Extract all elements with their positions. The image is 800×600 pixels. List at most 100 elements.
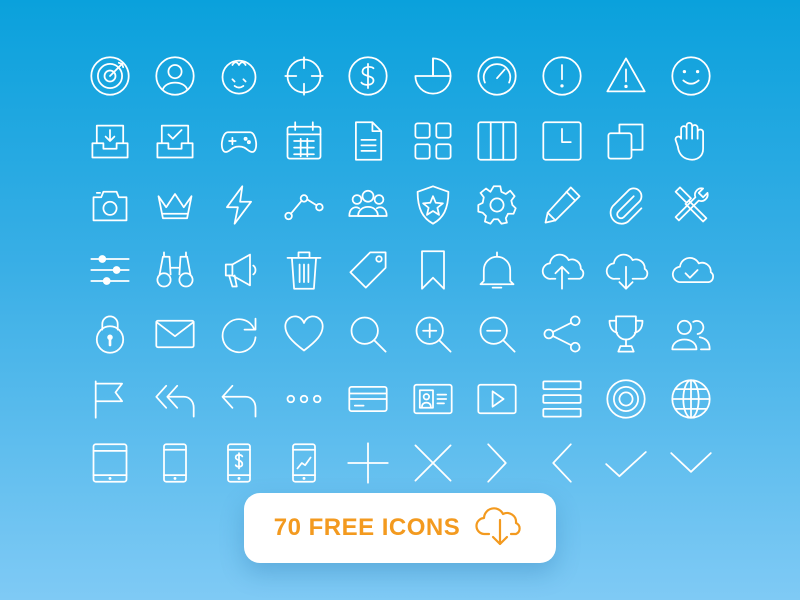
cloud-download-icon [606, 253, 649, 290]
nodes-link-icon [284, 194, 324, 221]
icon-cell [272, 367, 337, 432]
more-dots-icon [286, 394, 322, 403]
document-icon [355, 121, 383, 161]
icon-cell [530, 238, 595, 303]
crown-icon [157, 193, 193, 220]
inbox-download-icon [91, 124, 129, 159]
icon-cell [272, 44, 337, 109]
icon-cell [272, 109, 337, 174]
zoom-in-icon [415, 316, 452, 353]
pencil-icon [544, 186, 581, 224]
icon-cell [207, 302, 272, 367]
icon-cell [465, 238, 530, 303]
icon-cell [207, 431, 272, 496]
columns-icon [477, 121, 517, 161]
icon-cell [143, 431, 208, 496]
icon-cell [272, 431, 337, 496]
icon-cell [207, 44, 272, 109]
gauge-icon [477, 56, 517, 96]
crosshair-icon [284, 56, 324, 96]
icon-cell [207, 238, 272, 303]
clock-icon [542, 121, 582, 161]
tools-icon [674, 186, 709, 223]
icon-cell [78, 302, 143, 367]
icon-cell [530, 302, 595, 367]
icon-cell [336, 367, 401, 432]
icon-cell [659, 367, 724, 432]
phone-chart-icon [291, 443, 316, 483]
gear-icon [477, 185, 517, 225]
icon-cell [465, 44, 530, 109]
users-icon [671, 320, 711, 351]
trophy-icon [608, 315, 644, 353]
icon-cell [594, 238, 659, 303]
icon-cell [78, 367, 143, 432]
tag-icon [349, 251, 387, 289]
icon-cell [207, 109, 272, 174]
user-circle-icon [155, 56, 195, 96]
icon-cell [659, 44, 724, 109]
icon-cell [465, 109, 530, 174]
icon-cell [401, 302, 466, 367]
phone-icon [162, 443, 187, 483]
zoom-out-icon [479, 316, 516, 353]
warning-triangle-icon [606, 57, 646, 93]
check-icon [605, 451, 647, 478]
share-icon [543, 315, 581, 353]
icon-cell [594, 109, 659, 174]
bell-icon [479, 251, 515, 289]
icon-cell [530, 44, 595, 109]
icon-cell [594, 44, 659, 109]
tablet-icon [92, 443, 128, 483]
icon-cell [530, 431, 595, 496]
alert-circle-icon [542, 56, 582, 96]
icon-cell [465, 431, 530, 496]
credit-card-icon [348, 385, 388, 412]
menu-icon [542, 380, 582, 418]
icon-cell [207, 367, 272, 432]
icon-cell [143, 238, 208, 303]
cloud-upload-icon [541, 253, 584, 290]
icon-cell [401, 173, 466, 238]
icon-cell [465, 302, 530, 367]
lock-icon [96, 315, 125, 354]
paperclip-icon [609, 187, 643, 225]
icon-cell [336, 238, 401, 303]
icon-cell [207, 173, 272, 238]
copy-icon [607, 123, 644, 160]
icon-cell [659, 302, 724, 367]
icon-cell [530, 173, 595, 238]
icon-cell [143, 173, 208, 238]
chevron-down-icon [670, 452, 712, 473]
icon-cell [336, 431, 401, 496]
cloud-check-icon [671, 256, 714, 283]
search-icon [350, 316, 387, 353]
icon-cell [336, 109, 401, 174]
icon-cell [401, 44, 466, 109]
download-cta-button[interactable]: 70 FREE ICONS [244, 493, 556, 563]
icon-cell [594, 302, 659, 367]
id-card-icon [413, 383, 453, 414]
icon-cell [659, 109, 724, 174]
calendar-icon [286, 121, 322, 160]
target-icon [90, 56, 130, 96]
icon-cell [143, 44, 208, 109]
lightning-icon [226, 185, 253, 225]
icon-cell [401, 431, 466, 496]
grid-icon [414, 122, 452, 160]
icon-cell [78, 173, 143, 238]
icon-cell [272, 173, 337, 238]
cta-label: 70 FREE ICONS [273, 514, 461, 541]
video-play-icon [477, 383, 517, 414]
hand-icon [674, 121, 704, 161]
camera-icon [92, 191, 128, 222]
icon-cell [78, 431, 143, 496]
icon-cell [143, 302, 208, 367]
phone-dollar-icon [227, 443, 252, 483]
group-icon [348, 190, 388, 218]
sliders-icon [90, 254, 130, 285]
gamepad-icon [221, 131, 258, 153]
icon-cell [143, 109, 208, 174]
chevron-left-icon [552, 443, 572, 483]
pie-chart-icon [414, 57, 452, 95]
